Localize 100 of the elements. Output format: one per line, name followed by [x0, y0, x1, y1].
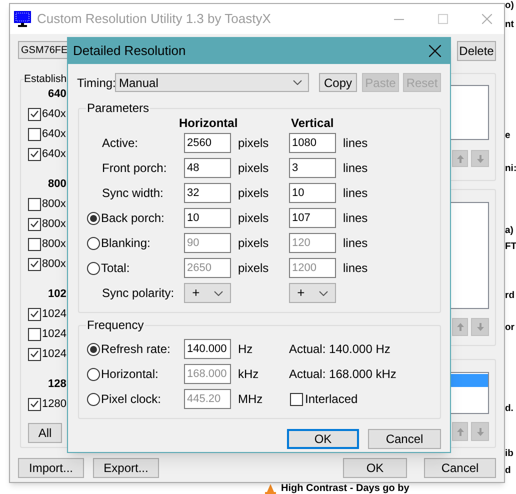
section-header: 102: [48, 286, 66, 302]
unit-label: kHz: [237, 366, 260, 383]
text-fragment: d: [505, 465, 511, 477]
checkbox-label: 1024: [42, 326, 66, 342]
field-label: Blanking:: [101, 235, 150, 252]
import-button[interactable]: Import...: [18, 458, 84, 478]
field-label: Refresh rate:: [101, 341, 170, 358]
input-field[interactable]: 32: [184, 183, 231, 203]
field-label: Pixel clock:: [101, 391, 162, 408]
column-header: Horizontal: [179, 115, 239, 128]
input-field[interactable]: 48: [184, 158, 231, 178]
text-fragment: nt: [505, 19, 514, 31]
polarity-dropdown[interactable]: +: [289, 283, 336, 303]
all-button[interactable]: All: [28, 423, 62, 443]
checkbox-label: 800x: [42, 196, 66, 212]
checkbox-label: 800x: [42, 216, 66, 232]
unit-label: lines: [342, 160, 368, 177]
checkbox[interactable]: [28, 398, 41, 410]
checkbox-label: 640x: [42, 126, 66, 142]
input-field[interactable]: 3: [289, 158, 336, 178]
checkbox[interactable]: [28, 148, 41, 160]
section-header: 128: [48, 376, 66, 392]
unit-label: lines: [342, 260, 368, 277]
down-arrow-icon: [476, 428, 484, 436]
chevron-down-icon: [214, 290, 223, 296]
text-fragment: a): [505, 225, 514, 237]
list-box[interactable]: [450, 85, 489, 140]
section-header: 800: [48, 176, 66, 192]
checkbox[interactable]: [28, 198, 41, 210]
text-fragment: or: [505, 322, 514, 334]
text-fragment: ni:: [505, 163, 516, 175]
cancel-button[interactable]: Cancel: [424, 458, 496, 478]
field-label: Sync polarity:: [102, 285, 174, 302]
unit-label: pixels: [237, 160, 270, 177]
export-button[interactable]: Export...: [93, 458, 159, 478]
unit-label: pixels: [237, 185, 270, 202]
field-label: Sync width:: [102, 185, 164, 202]
section-header: 640: [48, 86, 66, 102]
chevron-down-icon: [293, 80, 302, 85]
down-arrow-icon: [476, 323, 484, 331]
column-header: Vertical: [291, 115, 334, 128]
radio-button[interactable]: [87, 236, 100, 250]
checkbox-label: Interlaced: [305, 391, 358, 408]
checkbox[interactable]: [28, 308, 41, 320]
list-box[interactable]: [450, 372, 489, 414]
input-field[interactable]: 140.000: [184, 339, 231, 359]
checkbox-label: 1024: [42, 346, 66, 362]
polarity-dropdown[interactable]: +: [184, 283, 231, 303]
input-field[interactable]: 1080: [289, 133, 336, 153]
timing-dropdown[interactable]: Manual: [115, 73, 309, 92]
checkbox[interactable]: [28, 218, 41, 230]
chevron-down-icon: [318, 290, 328, 296]
unit-label: MHz: [237, 391, 264, 408]
radio-button[interactable]: [87, 212, 100, 224]
delete-button[interactable]: Delete: [457, 41, 496, 61]
ok-button[interactable]: OK: [287, 429, 359, 449]
checkbox-label: 800x: [42, 256, 66, 272]
cancel-button[interactable]: Cancel: [368, 429, 441, 449]
text-fragment: e: [505, 130, 510, 142]
radio-button[interactable]: [87, 262, 100, 274]
readout-text: Actual: 140.000 Hz: [289, 341, 390, 358]
checkbox-label: 1280: [42, 396, 66, 412]
toolbar-button[interactable]: Copy: [319, 73, 357, 92]
input-field[interactable]: 107: [289, 208, 336, 228]
ok-button[interactable]: OK: [343, 458, 407, 478]
checkbox[interactable]: [28, 108, 41, 120]
field-label: Total:: [101, 260, 130, 277]
input-field[interactable]: 10: [289, 183, 336, 203]
up-arrow-icon: [456, 323, 464, 331]
cone-icon: [265, 484, 276, 494]
monitor-dropdown[interactable]: GSM76FE: [18, 41, 67, 59]
window-title: Custom Resolution Utility 1.3 by ToastyX: [37, 10, 271, 28]
input-field[interactable]: 2560: [184, 133, 231, 153]
up-arrow-icon: [456, 428, 464, 436]
group-label: Frequency: [86, 318, 145, 332]
checkbox[interactable]: [28, 328, 41, 340]
checkbox-label: 640x: [42, 106, 66, 122]
checkbox[interactable]: [28, 238, 41, 250]
up-arrow-icon: [456, 154, 464, 162]
input-field[interactable]: 10: [184, 208, 231, 228]
list-box[interactable]: [450, 202, 489, 309]
unit-label: lines: [342, 210, 368, 227]
checkbox-label: 640x: [42, 146, 66, 162]
unit-label: Hz: [237, 341, 254, 358]
text-fragment: d.: [505, 403, 514, 415]
checkbox[interactable]: [28, 128, 41, 140]
unit-label: pixels: [237, 260, 270, 277]
unit-label: lines: [342, 135, 368, 152]
checkbox[interactable]: [28, 258, 41, 270]
checkbox-label: 800x: [42, 236, 66, 252]
close-icon[interactable]: [429, 45, 441, 57]
field-label: Horizontal:: [101, 366, 158, 383]
down-arrow-icon: [476, 154, 484, 162]
text-fragment: o): [505, 0, 514, 12]
unit-label: lines: [342, 235, 368, 252]
checkbox[interactable]: [28, 348, 41, 360]
link-text[interactable]: High Contrast - Days go by: [281, 483, 410, 494]
monitor-icon: [14, 11, 31, 27]
radio-button[interactable]: [87, 342, 100, 356]
unit-label: pixels: [237, 235, 270, 252]
